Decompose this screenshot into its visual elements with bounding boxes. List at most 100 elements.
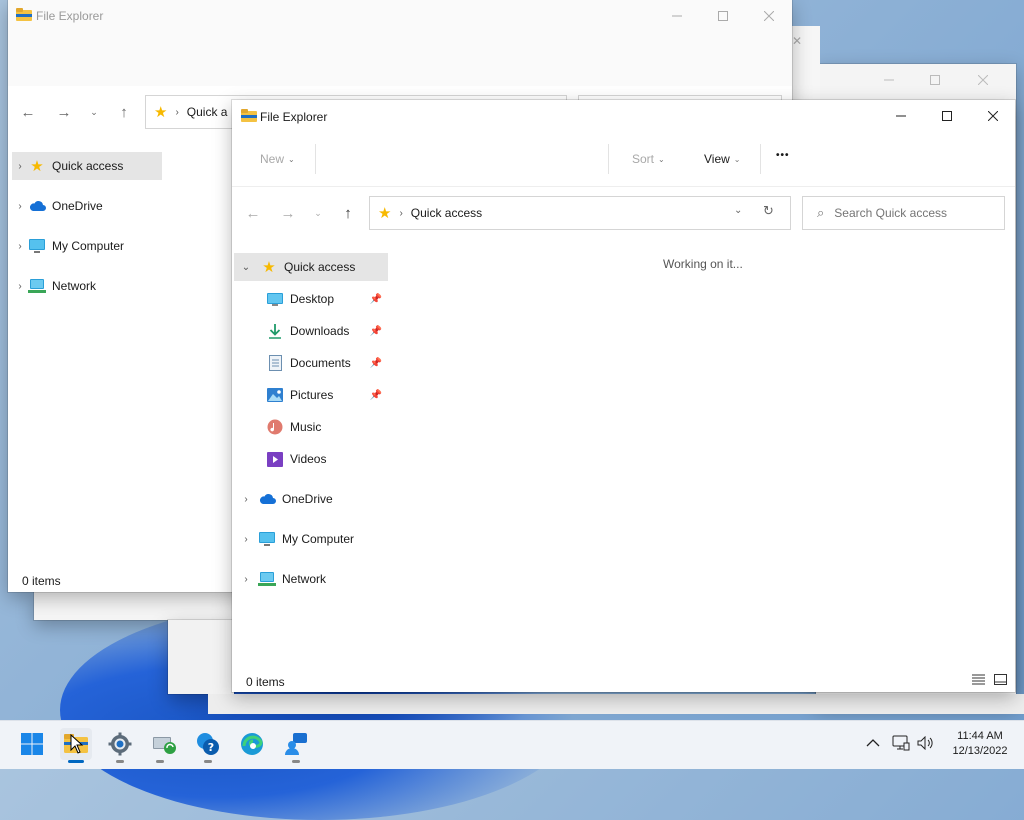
maximize-button[interactable] [924, 100, 970, 132]
view-button[interactable]: View ⌄ [704, 152, 741, 166]
chevron-right-icon: › [399, 207, 403, 219]
running-indicator [204, 760, 212, 763]
nav-item-label: OneDrive [52, 199, 103, 213]
pin-icon: 📌 [369, 325, 382, 337]
large-icons-view-icon[interactable] [994, 674, 1008, 686]
back-window-bottom-edge-2 [168, 620, 234, 694]
nav-item-music[interactable]: Music [266, 413, 388, 441]
new-button[interactable]: New ⌄ [260, 152, 295, 166]
nav-item-pictures[interactable]: Pictures 📌 [266, 381, 388, 409]
network-icon [28, 277, 46, 295]
desktop-icon [266, 290, 284, 308]
pin-icon: 📌 [369, 357, 382, 369]
nav-item-label: Desktop [290, 292, 335, 306]
nav-item-label: OneDrive [282, 492, 333, 506]
nav-item-label: Network [52, 279, 97, 293]
expand-chevron-icon[interactable]: › [238, 574, 254, 585]
expand-chevron-icon[interactable]: › [238, 534, 254, 545]
address-dropdown-icon[interactable]: ⌄ [734, 205, 742, 216]
expand-chevron-icon[interactable]: › [12, 281, 28, 292]
up-button[interactable]: ↑ [336, 201, 360, 225]
details-view-icon[interactable] [972, 674, 986, 686]
expand-chevron-icon[interactable]: › [12, 241, 28, 252]
network-icon [258, 570, 276, 588]
nav-item-network[interactable]: › Network [12, 272, 162, 300]
expand-chevron-icon[interactable]: › [12, 161, 28, 172]
running-indicator [116, 760, 124, 763]
refresh-icon[interactable]: ↻ [763, 203, 774, 219]
nav-item-onedrive[interactable]: › OneDrive [238, 485, 388, 513]
sort-button-label: Sort [632, 152, 655, 166]
clock-time: 11:44 AM [957, 730, 1003, 742]
window-title: File Explorer [36, 9, 104, 23]
clock[interactable]: 11:44 AM 12/13/2022 [948, 729, 1012, 759]
back-button[interactable]: ← [16, 100, 40, 124]
title-bar[interactable]: File Explorer [232, 100, 1015, 132]
nav-item-my-computer[interactable]: › My Computer [12, 232, 162, 260]
file-explorer-window[interactable]: File Explorer New ⌄ Sort ⌄ View ⌄ ••• ← … [232, 100, 1015, 692]
address-path: Quick access [410, 206, 483, 220]
up-button[interactable]: ↑ [112, 100, 136, 124]
computer-icon [258, 530, 276, 548]
address-bar[interactable]: ★ › Quick access ⌄ ↻ [369, 196, 791, 230]
network-status-icon[interactable] [892, 735, 910, 754]
maximize-button[interactable] [700, 0, 746, 32]
close-button[interactable] [960, 64, 1006, 96]
close-button[interactable] [746, 0, 792, 32]
nav-item-onedrive[interactable]: › OneDrive [12, 192, 162, 220]
command-bar: New ⌄ Sort ⌄ View ⌄ ••• [232, 132, 1015, 187]
recent-locations-button[interactable]: ⌄ [82, 100, 106, 124]
forward-button[interactable]: → [276, 201, 300, 225]
minimize-button[interactable] [866, 64, 912, 96]
nav-item-network[interactable]: › Network [238, 565, 388, 593]
forward-button[interactable]: → [52, 100, 76, 124]
nav-item-label: Documents [290, 356, 351, 370]
star-icon: ★ [262, 259, 276, 276]
minimize-button[interactable] [654, 0, 700, 32]
network-sync-icon[interactable] [148, 728, 180, 760]
nav-item-quick-access[interactable]: › ★ Quick access [12, 152, 162, 180]
search-icon: ⌕ [817, 205, 825, 220]
nav-item-label: My Computer [282, 532, 355, 546]
nav-item-downloads[interactable]: Downloads 📌 [266, 317, 388, 345]
close-button[interactable] [970, 100, 1016, 132]
star-icon: ★ [154, 104, 168, 121]
volume-icon[interactable] [917, 735, 935, 753]
active-indicator [68, 760, 84, 763]
title-bar[interactable]: File Explorer [8, 0, 792, 32]
maximize-button[interactable] [912, 64, 958, 96]
nav-item-documents[interactable]: Documents 📌 [266, 349, 388, 377]
new-button-label: New [260, 152, 285, 166]
videos-icon [266, 450, 284, 468]
help-icon[interactable]: ? [192, 728, 224, 760]
nav-item-label: Videos [290, 452, 327, 466]
nav-item-videos[interactable]: Videos [266, 445, 388, 473]
sort-button[interactable]: Sort ⌄ [632, 152, 665, 166]
search-box[interactable]: ⌕ [802, 196, 1005, 230]
command-bar [8, 32, 792, 86]
expand-chevron-icon[interactable]: › [238, 494, 254, 505]
running-indicator [156, 760, 164, 763]
collapse-chevron-icon[interactable]: ⌄ [238, 262, 254, 273]
nav-item-quick-access[interactable]: ⌄ ★ Quick access [234, 253, 388, 281]
expand-chevron-icon[interactable]: › [12, 201, 28, 212]
window-title: File Explorer [260, 110, 328, 124]
star-icon: ★ [30, 158, 44, 175]
settings-icon[interactable] [104, 728, 136, 760]
back-button[interactable]: ← [241, 201, 265, 225]
cloud-icon [258, 490, 276, 508]
nav-item-desktop[interactable]: Desktop 📌 [266, 285, 388, 313]
more-options-button[interactable]: ••• [776, 150, 790, 161]
show-hidden-icons-button[interactable] [866, 736, 880, 751]
edge-icon[interactable] [236, 728, 268, 760]
people-icon[interactable] [280, 728, 312, 760]
separator [608, 144, 609, 174]
start-icon[interactable] [16, 728, 48, 760]
status-item-count: 0 items [22, 574, 61, 588]
nav-item-label: Pictures [290, 388, 334, 402]
nav-item-my-computer[interactable]: › My Computer [238, 525, 388, 553]
search-input[interactable] [832, 205, 987, 221]
mouse-cursor-icon [70, 733, 84, 757]
minimize-button[interactable] [878, 100, 924, 132]
recent-locations-button[interactable]: ⌄ [306, 201, 330, 225]
